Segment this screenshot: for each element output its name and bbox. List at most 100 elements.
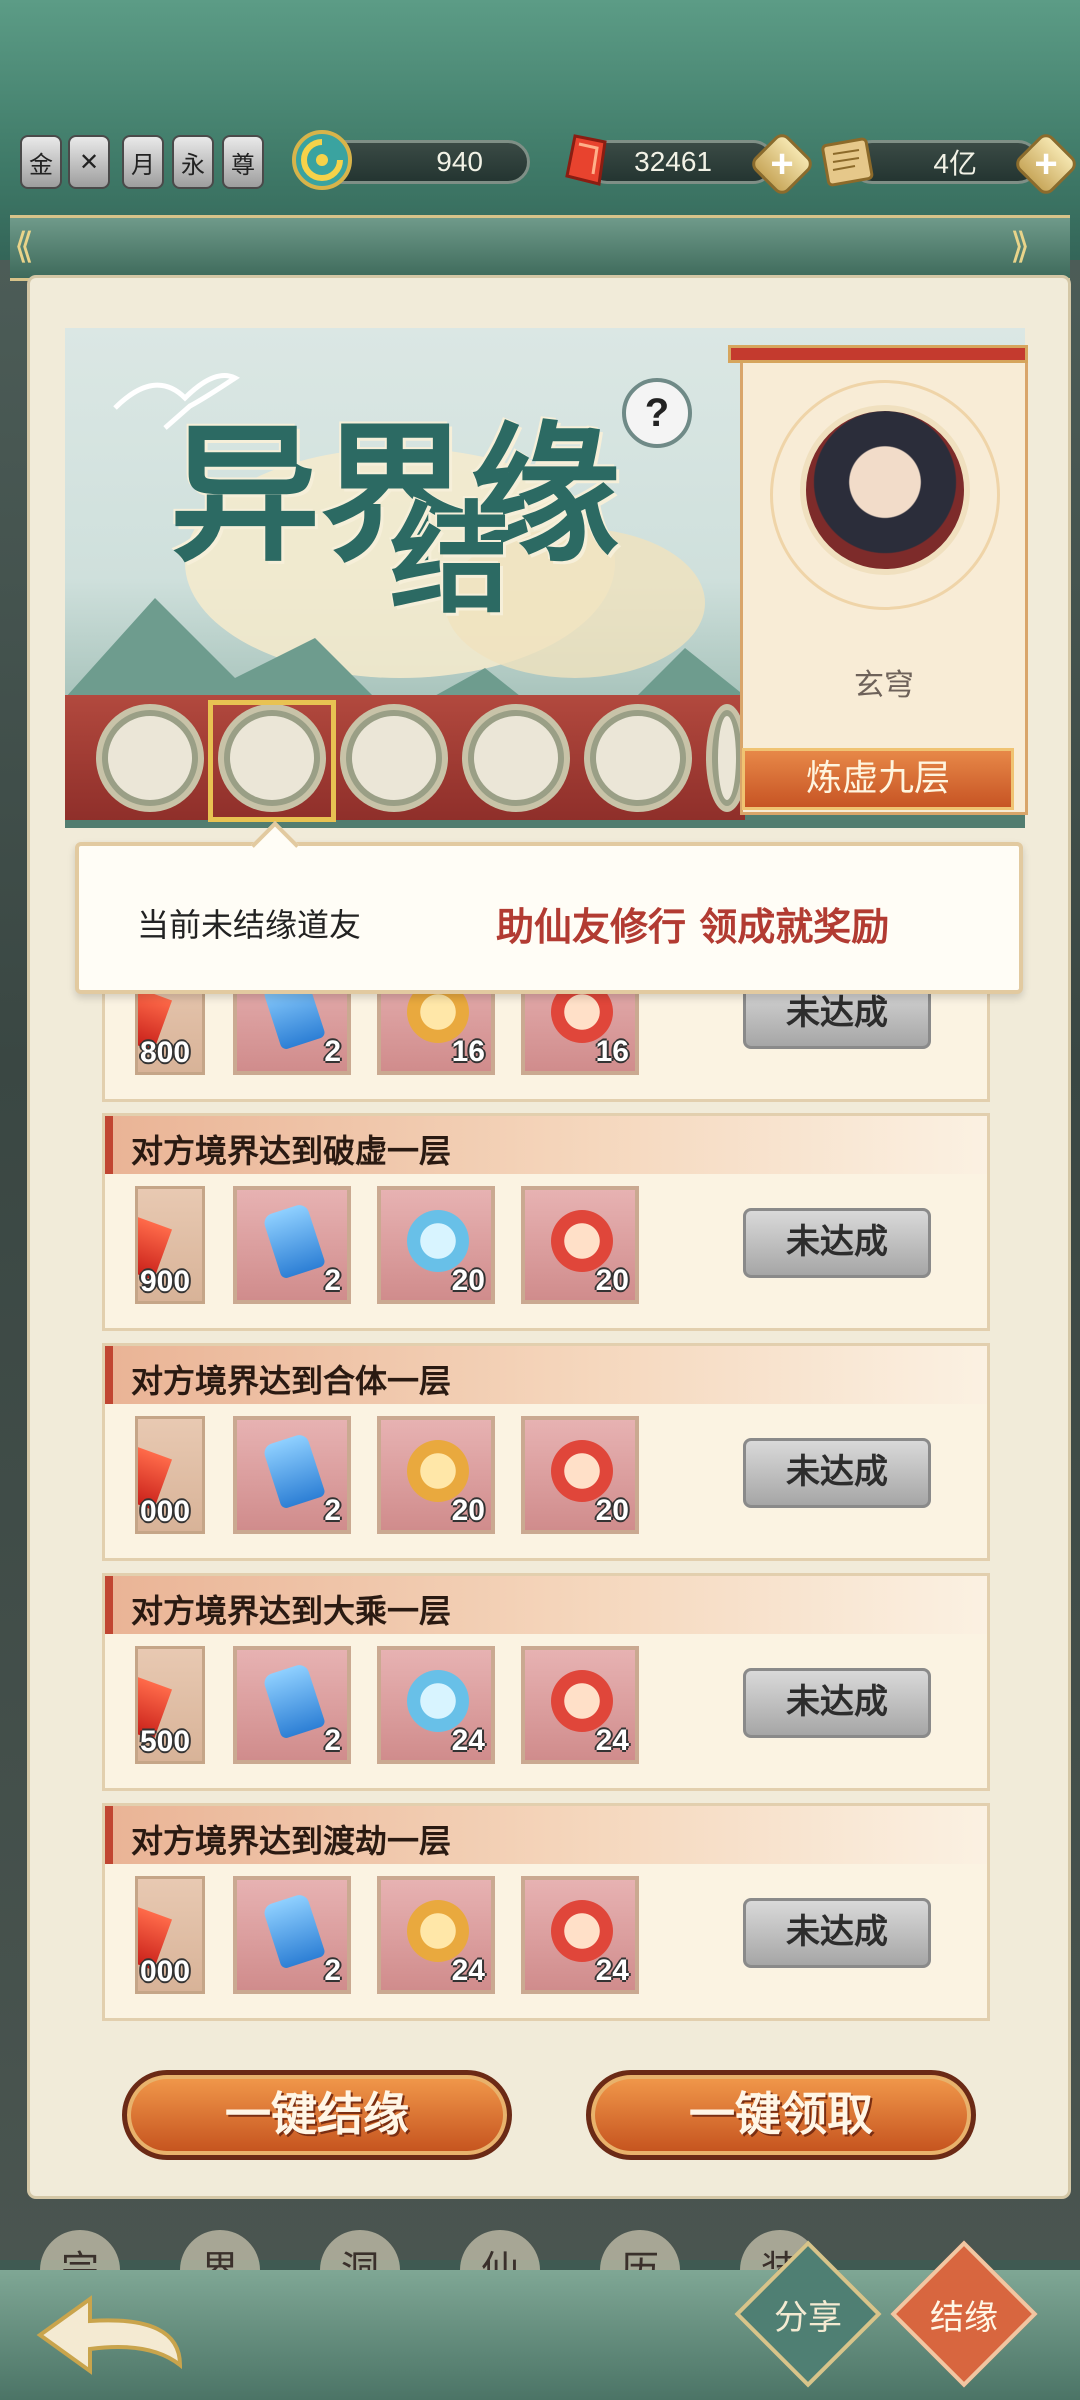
reward-count: 20: [595, 1494, 629, 1527]
reward-blue-gourd[interactable]: 24: [377, 1646, 495, 1764]
reward-count: 000: [140, 1955, 191, 1988]
partner-slot[interactable]: [102, 710, 198, 806]
reward-red-crystal[interactable]: 900: [135, 1186, 205, 1304]
partner-slot[interactable]: [346, 710, 442, 806]
task-header: 对方境界达到合体一层: [105, 1346, 987, 1404]
reward-jade[interactable]: 2: [233, 1416, 351, 1534]
question-icon: ?: [644, 390, 670, 435]
spiral-stone-icon: [290, 128, 354, 192]
reward-count: 900: [140, 1265, 191, 1298]
badge-label: 金: [29, 150, 53, 179]
red-crystal-icon: [555, 128, 619, 192]
task-header: 对方境界达到破虚一层: [105, 1116, 987, 1174]
partner-slot[interactable]: [712, 710, 742, 806]
reward-count: 000: [140, 1495, 191, 1528]
task-row: 对方境界达到合体一层 000 2 20 20 未达成: [102, 1343, 990, 1561]
reward-count: 800: [140, 1036, 191, 1069]
badge-cross-icon[interactable]: ✕: [68, 135, 110, 189]
reward-jade[interactable]: 2: [233, 1876, 351, 1994]
jade-token-icon: [261, 1202, 327, 1280]
jade-token-icon: [261, 1432, 327, 1510]
task-row: 对方境界达到大乘一层 500 2 24 24 未达成: [102, 1573, 990, 1791]
avatar[interactable]: [800, 405, 970, 575]
jade-token-icon: [261, 1662, 327, 1740]
plus-icon: +: [770, 141, 794, 186]
red-gourd-icon: [551, 1900, 613, 1962]
badge-label: 永: [181, 150, 205, 179]
bond-tab-label: 结缘: [930, 2298, 998, 2338]
resource-value: 32461: [634, 146, 712, 177]
task-title: 对方境界达到破虚一层: [131, 1132, 452, 1170]
task-status-button[interactable]: 未达成: [743, 1208, 931, 1278]
reward-red-crystal[interactable]: 000: [135, 1416, 205, 1534]
one-click-bond-button[interactable]: 一键结缘: [122, 2070, 512, 2160]
reward-count: 500: [140, 1725, 191, 1758]
reward-red-crystal[interactable]: 000: [135, 1876, 205, 1994]
badge-month-icon[interactable]: 月: [122, 135, 164, 189]
reward-jade[interactable]: 2: [233, 1646, 351, 1764]
red-gourd-icon: [551, 1210, 613, 1272]
reward-count: 16: [595, 1035, 629, 1068]
red-gourd-icon: [551, 1440, 613, 1502]
badge-forever-icon[interactable]: 永: [172, 135, 214, 189]
task-header: 对方境界达到大乘一层: [105, 1576, 987, 1634]
reward-count: 20: [451, 1264, 485, 1297]
reward-count: 2: [324, 1724, 341, 1757]
task-status-button[interactable]: 未达成: [743, 1898, 931, 1968]
partner-realm: 炼虚九层: [742, 748, 1014, 810]
task-row: 对方境界达到破虚一层 900 2 20 20 未达成: [102, 1113, 990, 1331]
reward-slogan: 助仙友修行 领成就奖励: [496, 905, 890, 949]
badge-gold-icon[interactable]: 金: [20, 135, 62, 189]
back-arrow-icon: [36, 2295, 183, 2375]
reward-jade[interactable]: 2: [233, 1186, 351, 1304]
unbonded-text: 当前未结缘道友: [137, 907, 362, 943]
banner-title-line2: 结: [390, 489, 510, 630]
task-status-button[interactable]: 未达成: [743, 1438, 931, 1508]
badge-label: 尊: [231, 150, 255, 179]
task-header: 对方境界达到渡劫一层: [105, 1806, 987, 1864]
jade-token-icon: [261, 1892, 327, 1970]
task-title: 对方境界达到合体一层: [131, 1362, 452, 1400]
task-title: 对方境界达到渡劫一层: [131, 1822, 452, 1860]
reward-count: 20: [595, 1264, 629, 1297]
task-status-button[interactable]: 未达成: [743, 1668, 931, 1738]
partner-slot[interactable]: [468, 710, 564, 806]
reward-count: 2: [324, 1494, 341, 1527]
partner-card-header: [728, 345, 1028, 363]
reward-count: 24: [595, 1954, 629, 1987]
red-gourd-icon: [551, 1670, 613, 1732]
reward-count: 2: [324, 1035, 341, 1068]
task-title: 对方境界达到大乘一层: [131, 1592, 452, 1630]
reward-count: 24: [451, 1724, 485, 1757]
partner-slot[interactable]: [590, 710, 686, 806]
reward-red-gourd[interactable]: 20: [521, 1416, 639, 1534]
reward-count: 24: [451, 1954, 485, 1987]
reward-count: 2: [324, 1954, 341, 1987]
badge-supreme-icon[interactable]: 尊: [222, 135, 264, 189]
badge-label: 月: [131, 150, 155, 179]
task-row: 对方境界达到渡劫一层 000 2 24 24 未达成: [102, 1803, 990, 2021]
share-label: 分享: [774, 2298, 842, 2338]
title-ribbon: [10, 215, 1070, 281]
reward-gold-gourd[interactable]: 20: [377, 1416, 495, 1534]
reward-count: 16: [451, 1035, 485, 1068]
reward-count: 20: [451, 1494, 485, 1527]
blue-gourd-icon: [407, 1670, 469, 1732]
reward-red-gourd[interactable]: 20: [521, 1186, 639, 1304]
one-click-claim-button[interactable]: 一键领取: [586, 2070, 976, 2160]
back-button[interactable]: [30, 2285, 200, 2385]
reward-gold-gourd[interactable]: 24: [377, 1876, 495, 1994]
selected-slot-highlight: [208, 700, 336, 822]
reward-count: 24: [595, 1724, 629, 1757]
gold-gourd-icon: [407, 1440, 469, 1502]
reward-red-gourd[interactable]: 24: [521, 1646, 639, 1764]
scroll-icon: [815, 128, 879, 192]
gold-gourd-icon: [407, 1900, 469, 1962]
blue-gourd-icon: [407, 1210, 469, 1272]
reward-blue-gourd[interactable]: 20: [377, 1186, 495, 1304]
reward-red-crystal[interactable]: 500: [135, 1646, 205, 1764]
help-button[interactable]: ?: [622, 378, 692, 448]
badge-label: ✕: [78, 148, 100, 176]
reward-count: 2: [324, 1264, 341, 1297]
reward-red-gourd[interactable]: 24: [521, 1876, 639, 1994]
